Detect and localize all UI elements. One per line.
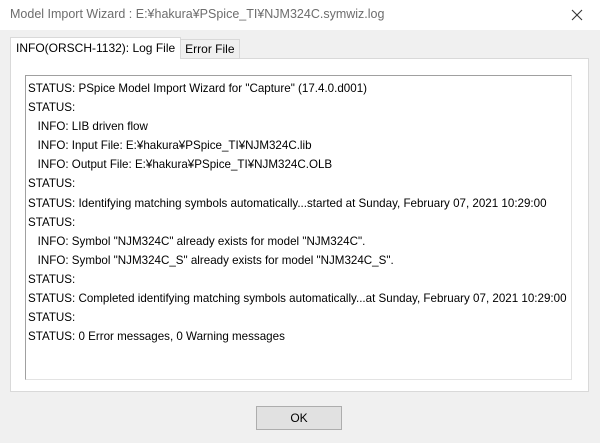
log-line: STATUS: Identifying matching symbols aut… bbox=[28, 196, 547, 210]
tab-panel: STATUS: PSpice Model Import Wizard for "… bbox=[10, 58, 589, 392]
close-button[interactable] bbox=[554, 0, 600, 30]
dialog-window: Model Import Wizard : E:¥hakura¥PSpice_T… bbox=[0, 0, 600, 443]
log-text-area[interactable]: STATUS: PSpice Model Import Wizard for "… bbox=[25, 75, 572, 380]
log-line: INFO: Symbol "NJM324C_S" already exists … bbox=[28, 253, 394, 267]
close-icon bbox=[571, 9, 583, 21]
log-line: STATUS: bbox=[28, 215, 76, 229]
log-line: INFO: Input File: E:¥hakura¥PSpice_TI¥NJ… bbox=[28, 139, 312, 153]
log-line: STATUS: 0 Error messages, 0 Warning mess… bbox=[28, 330, 285, 344]
log-line: STATUS: bbox=[28, 311, 76, 325]
log-line: STATUS: bbox=[28, 101, 76, 115]
log-line: STATUS: PSpice Model Import Wizard for "… bbox=[28, 82, 367, 95]
log-line: STATUS: bbox=[28, 272, 76, 286]
tab-error-file[interactable]: Error File bbox=[180, 39, 240, 59]
tab-strip: INFO(ORSCH-1132): Log File Error File bbox=[10, 37, 240, 59]
log-line: INFO: Symbol "NJM324C" already exists fo… bbox=[28, 234, 366, 248]
log-line: STATUS: bbox=[28, 177, 76, 191]
tab-log-file[interactable]: INFO(ORSCH-1132): Log File bbox=[10, 37, 182, 59]
log-line: INFO: LIB driven flow bbox=[28, 120, 148, 134]
log-line: STATUS: Completed identifying matching s… bbox=[28, 292, 567, 306]
log-line: INFO: Output File: E:¥hakura¥PSpice_TI¥N… bbox=[28, 158, 333, 172]
title-bar: Model Import Wizard : E:¥hakura¥PSpice_T… bbox=[0, 0, 600, 30]
window-title: Model Import Wizard : E:¥hakura¥PSpice_T… bbox=[10, 7, 385, 21]
ok-button[interactable]: OK bbox=[256, 406, 342, 430]
